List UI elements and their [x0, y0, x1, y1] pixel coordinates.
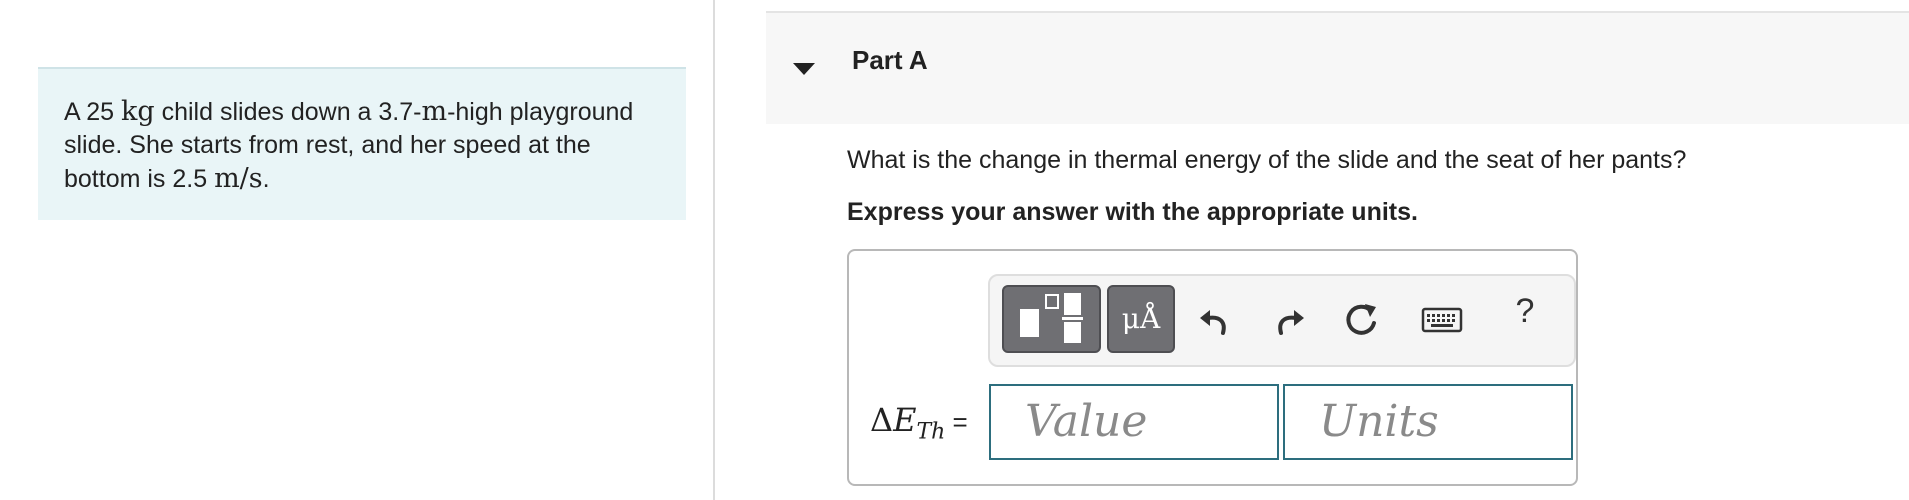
question-text: What is the change in thermal energy of …	[847, 146, 1687, 174]
collapse-caret-icon[interactable]	[793, 63, 815, 75]
redo-icon	[1278, 310, 1304, 335]
reset-button[interactable]	[1340, 298, 1384, 342]
help-button[interactable]: ?	[1508, 292, 1542, 331]
templates-button[interactable]	[1002, 285, 1101, 353]
answer-variable-label: ΔETh =	[870, 401, 968, 445]
keyboard-button[interactable]	[1420, 298, 1464, 342]
panel-divider	[713, 0, 715, 500]
problem-line-2: slide. She starts from rest, and her spe…	[64, 131, 591, 159]
instruction-text: Express your answer with the appropriate…	[847, 198, 1418, 226]
question-panel: Part A What is the change in thermal ene…	[766, 0, 1909, 500]
symbols-button[interactable]: μÅ	[1107, 285, 1175, 353]
templates-icon	[1020, 293, 1083, 343]
keyboard-icon	[1421, 307, 1463, 333]
answer-area: μÅ ? ΔETh = Value Units	[847, 249, 1578, 486]
undo-button[interactable]	[1192, 298, 1236, 342]
problem-statement: A 25 kg child slides down a 3.7-m-high p…	[38, 67, 686, 220]
reset-icon	[1346, 304, 1376, 335]
value-input[interactable]: Value	[989, 384, 1279, 460]
redo-button[interactable]	[1268, 298, 1312, 342]
units-input[interactable]: Units	[1283, 384, 1573, 460]
undo-icon	[1200, 310, 1226, 335]
part-title: Part A	[852, 45, 928, 75]
problem-line-1: A 25 kg child slides down a 3.7-m-high p…	[64, 96, 634, 127]
problem-panel: A 25 kg child slides down a 3.7-m-high p…	[0, 0, 713, 500]
problem-line-3: bottom is 2.5 m/s.	[64, 163, 270, 194]
math-toolbar: μÅ ?	[988, 274, 1576, 367]
part-header[interactable]: Part A	[766, 11, 1909, 124]
